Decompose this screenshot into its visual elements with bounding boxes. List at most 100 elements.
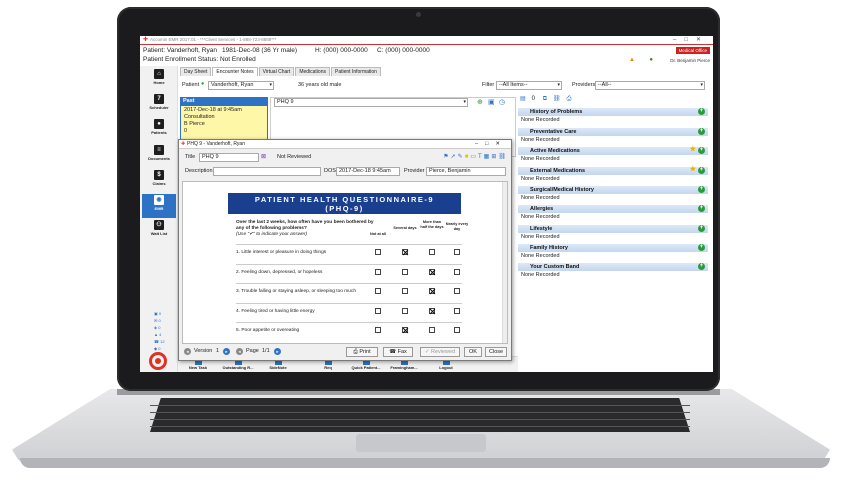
add-icon[interactable]: + (698, 128, 705, 135)
add-icon[interactable]: ⊕ (477, 98, 483, 106)
tab-virtual-chart[interactable]: Virtual Chart (258, 67, 295, 76)
answer-checkbox[interactable] (429, 307, 435, 314)
pen-icon[interactable]: ✎ (458, 154, 465, 160)
answer-checkbox[interactable] (375, 327, 381, 333)
link-icon[interactable]: ⛓ (553, 96, 567, 102)
prev-version-icon[interactable]: ◂ (184, 348, 191, 355)
add-icon[interactable]: + (698, 108, 705, 115)
version-label: Version (194, 348, 213, 354)
flag-icon[interactable]: ⚑ (443, 154, 450, 160)
print-icon[interactable]: ⎙ (567, 96, 578, 102)
answer-checkbox[interactable] (375, 288, 381, 294)
add-icon[interactable]: + (698, 263, 705, 270)
title-select[interactable]: PHQ 9 (199, 153, 259, 162)
nav-scheduler[interactable]: 7 Scheduler (142, 93, 176, 117)
tab-patient-information[interactable]: Patient Information (331, 67, 381, 76)
eraser-icon[interactable]: ▭ (470, 154, 478, 160)
nav-home[interactable]: ⌂ Home (142, 68, 176, 92)
add-icon[interactable]: + (698, 205, 705, 212)
stat-item[interactable]: ✉ 0 (154, 317, 165, 324)
answer-checkbox[interactable] (402, 249, 408, 255)
tab-encounter-notes[interactable]: Encounter Notes (212, 67, 258, 76)
providers-select[interactable]: --All-- (595, 81, 705, 90)
section-allergies[interactable]: Allergies + (518, 205, 708, 213)
add-icon[interactable]: + (698, 147, 705, 154)
description-input[interactable] (213, 167, 321, 176)
stat-item[interactable]: ◆ 0 (154, 345, 165, 352)
answer-checkbox[interactable] (402, 307, 408, 314)
reviewed-button[interactable]: ✓ Reviewed (420, 347, 460, 357)
patient-select[interactable]: Vanderhoft, Ryan (208, 81, 274, 90)
answer-checkbox[interactable] (429, 268, 435, 275)
answer-checkbox[interactable] (402, 288, 408, 294)
answer-checkbox[interactable] (429, 249, 435, 255)
document-icon[interactable]: ▤ (520, 96, 532, 102)
print-button[interactable]: ⎙ Print (346, 347, 378, 357)
section-surgical-medical-history[interactable]: Surgical/Medical History + (518, 186, 708, 194)
answer-checkbox[interactable] (429, 288, 435, 294)
link-icon[interactable]: ⛓ (498, 154, 508, 160)
pointer-icon[interactable]: ➚ (451, 154, 458, 160)
next-version-icon[interactable]: ▸ (223, 348, 230, 355)
provider-input[interactable]: Pierce, Benjamin (426, 167, 506, 176)
user-name[interactable]: Dr. Benjamin Pierce (670, 58, 710, 63)
answer-checkbox[interactable] (375, 249, 381, 255)
answer-checkbox[interactable] (402, 327, 408, 333)
star-icon[interactable]: ★ (690, 166, 696, 174)
fax-button[interactable]: ☎ Fax (383, 347, 413, 357)
warning-icon[interactable]: ▲ (629, 57, 635, 63)
answer-checkbox[interactable] (429, 327, 435, 333)
tab-day-sheet[interactable]: Day Sheet (180, 67, 212, 76)
nav-documents[interactable]: ≡ Documents (142, 144, 176, 168)
dos-select[interactable]: 2017-Dec-18 9:45am (336, 167, 400, 176)
form-select[interactable]: PHQ 9 (274, 98, 468, 107)
answer-checkbox[interactable] (454, 288, 460, 294)
answer-checkbox[interactable] (454, 249, 460, 255)
next-page-icon[interactable]: ▸ (274, 348, 281, 355)
close-button[interactable]: Close (485, 347, 507, 357)
add-icon[interactable]: + (698, 167, 705, 174)
filter-select[interactable]: --All Items-- (496, 81, 562, 90)
add-icon[interactable]: + (698, 186, 705, 193)
stat-item[interactable]: ◈ 0 (154, 324, 165, 331)
clock-icon[interactable]: ◷ (499, 98, 505, 106)
prev-page-icon[interactable]: ◂ (236, 348, 243, 355)
questionnaire-banner: PATIENT HEALTH QUESTIONNAIRE-9 (PHQ-9) (228, 193, 461, 214)
nav-emr[interactable]: ◉ EMR (142, 194, 176, 218)
section-external-medications[interactable]: External Medications ★ + (518, 166, 708, 175)
stat-item[interactable]: ▣ 0 (154, 310, 165, 317)
add-icon[interactable]: + (698, 225, 705, 232)
nav-patients[interactable]: ● Patients (142, 118, 176, 142)
ok-button[interactable]: OK (464, 347, 482, 357)
copy-icon[interactable]: ⧉ (543, 96, 553, 102)
lock-icon[interactable]: ⊠ (261, 153, 266, 160)
image-icon[interactable]: ▣ (488, 98, 495, 106)
section-title: History of Problems (530, 109, 583, 115)
dialog-window-controls[interactable]: –□✕ (475, 140, 507, 149)
tab-medications[interactable]: Medications (295, 67, 330, 76)
column-several-days: Several days (393, 226, 417, 230)
answer-checkbox[interactable] (375, 268, 381, 275)
nav-claims[interactable]: $ Claims (142, 169, 176, 193)
star-icon[interactable]: ★ (690, 146, 696, 154)
review-status: Not Reviewed (277, 154, 312, 160)
stat-item[interactable]: ▲ 4 (154, 331, 165, 338)
answer-checkbox[interactable] (402, 268, 408, 275)
nav-wait-list[interactable]: ⚇ Wait List (142, 219, 176, 243)
section-preventative-care[interactable]: Preventative Care + (518, 128, 708, 136)
answer-checkbox[interactable] (454, 268, 460, 275)
stat-count: 0 (158, 325, 161, 330)
answer-checkbox[interactable] (454, 327, 460, 333)
document-scrollbar[interactable] (502, 182, 507, 343)
window-controls[interactable]: –□✕ (673, 36, 709, 43)
stat-item[interactable]: ☎ 12 (154, 338, 165, 345)
answer-checkbox[interactable] (454, 307, 460, 314)
section-family-history[interactable]: Family History + (518, 244, 708, 252)
answer-checkbox[interactable] (375, 307, 381, 314)
question-row: 5. Poor appetite or overeating (236, 322, 462, 340)
section-custom-band[interactable]: Your Custom Band + (518, 263, 708, 271)
add-icon[interactable]: + (698, 244, 705, 251)
section-lifestyle[interactable]: Lifestyle + (518, 225, 708, 233)
section-active-medications[interactable]: Active Medications ★ + (518, 146, 708, 155)
section-history-of-problems[interactable]: History of Problems + (518, 108, 708, 116)
